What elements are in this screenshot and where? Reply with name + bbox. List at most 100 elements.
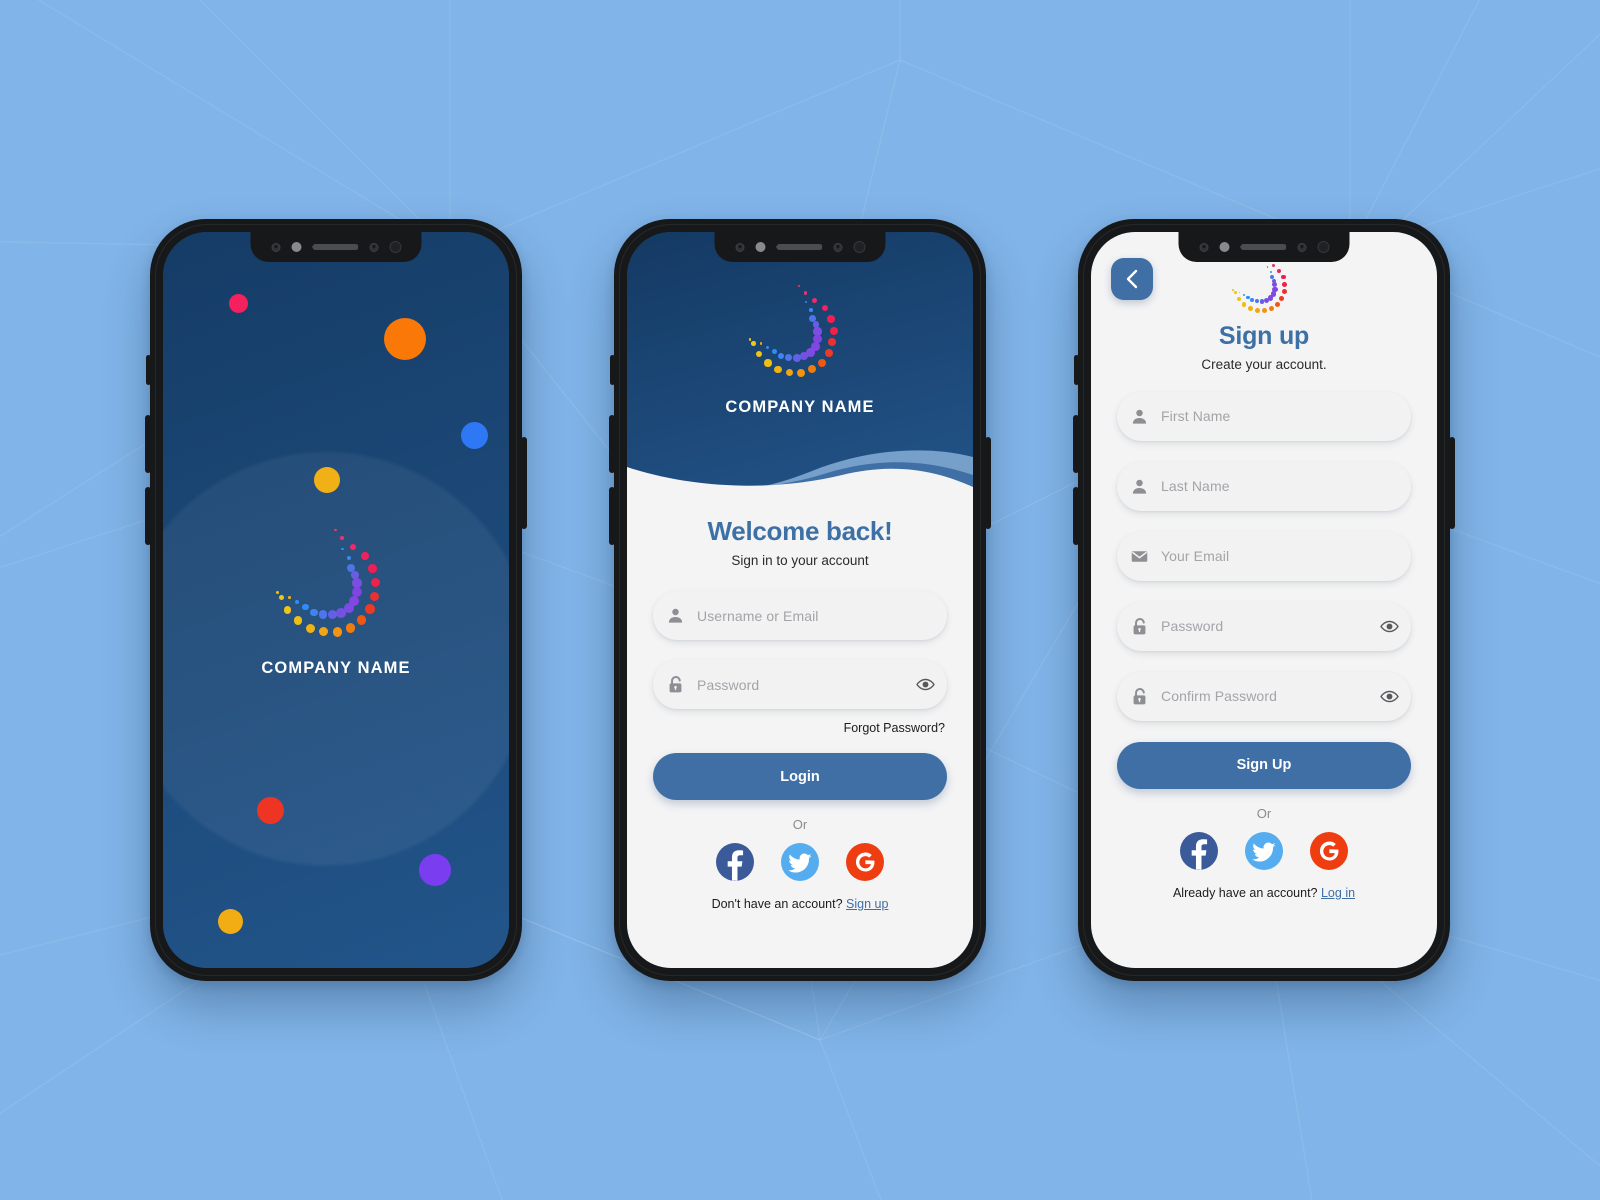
- login-company-name: COMPANY NAME: [725, 398, 875, 416]
- mail-icon: [1117, 547, 1161, 566]
- facebook-signup-button[interactable]: [1180, 831, 1218, 870]
- ambient-sensor-icon: [1297, 242, 1306, 252]
- proximity-sensor-icon: [291, 242, 301, 252]
- lock-icon: [1133, 687, 1145, 704]
- first-name-input-placeholder: First Name: [1161, 408, 1231, 425]
- phone-splash: COMPANY NAME: [145, 219, 527, 981]
- proximity-sensor-icon: [1219, 242, 1229, 252]
- twitter-icon: [1245, 831, 1283, 870]
- last-name-input[interactable]: Last Name: [1117, 461, 1411, 511]
- google-icon: [846, 843, 884, 881]
- phone-notch: [250, 232, 422, 262]
- lock-icon: [1117, 617, 1161, 636]
- person-icon: [668, 608, 682, 623]
- google-signup-button[interactable]: [1310, 831, 1348, 870]
- last-name-input-placeholder: Last Name: [1161, 478, 1230, 495]
- mute-switch[interactable]: [1074, 355, 1079, 385]
- phone-notch: [714, 232, 886, 262]
- username-or-email-input[interactable]: Username or Email: [653, 591, 947, 640]
- login-subtitle: Sign in to your account: [731, 553, 869, 568]
- phone-signup: Sign up Create your account. First Name …: [1073, 219, 1455, 981]
- ir-sensor-icon: [735, 242, 744, 252]
- first-name-input[interactable]: First Name: [1117, 391, 1411, 441]
- mute-switch[interactable]: [146, 355, 151, 385]
- signup-or-label: Or: [1256, 805, 1272, 821]
- google-login-button[interactable]: [846, 843, 884, 881]
- forgot-password-link[interactable]: Forgot Password?: [653, 721, 945, 735]
- lock-icon: [653, 675, 697, 694]
- toggle-password-visibility[interactable]: [903, 675, 947, 694]
- mute-switch[interactable]: [610, 355, 615, 385]
- header-wave-decoration: [627, 431, 973, 501]
- splash-background: COMPANY NAME: [163, 232, 509, 968]
- person-icon: [1132, 409, 1146, 424]
- earpiece-speaker: [776, 244, 822, 250]
- power-button[interactable]: [985, 437, 991, 529]
- lock-icon: [1133, 617, 1145, 634]
- power-button[interactable]: [1449, 437, 1455, 529]
- proximity-sensor-icon: [755, 242, 765, 252]
- login-header-panel: COMPANY NAME: [627, 232, 973, 501]
- back-button[interactable]: [1111, 258, 1153, 300]
- login-link[interactable]: Log in: [1321, 886, 1355, 900]
- signup-footnote-text: Already have an account?: [1172, 885, 1318, 900]
- signup-title: Sign up: [1218, 321, 1310, 350]
- toggle-password-visibility[interactable]: [1367, 617, 1411, 636]
- username-or-email-input-placeholder: Username or Email: [697, 607, 819, 624]
- email-input[interactable]: Your Email: [1117, 531, 1411, 581]
- volume-up-button[interactable]: [145, 415, 151, 473]
- login-fields: Username or Email Password: [627, 591, 973, 709]
- ambient-sensor-icon: [833, 242, 842, 252]
- signup-fields: First Name Last Name Your Email Password…: [1091, 391, 1437, 721]
- chevron-left-icon: [1126, 269, 1138, 289]
- volume-down-button[interactable]: [1073, 487, 1079, 545]
- company-logo: [748, 285, 850, 384]
- password-input-placeholder: Password: [697, 676, 760, 693]
- toggle-password-visibility[interactable]: [1367, 687, 1411, 706]
- ambient-sensor-icon: [369, 242, 378, 252]
- facebook-icon: [1180, 831, 1218, 870]
- phone-login: COMPANY NAME Welcome back! Sign in to yo…: [609, 219, 991, 981]
- login-footnote: Don't have an account? Sign up: [653, 897, 947, 911]
- splash-brand-block: COMPANY NAME: [163, 528, 509, 678]
- login-form-panel: Welcome back! Sign in to your account Us…: [627, 500, 973, 968]
- lock-icon: [669, 675, 681, 693]
- lock-icon: [1117, 687, 1161, 706]
- login-button[interactable]: Login: [653, 753, 947, 800]
- volume-down-button[interactable]: [609, 487, 615, 545]
- facebook-login-button[interactable]: [716, 843, 754, 881]
- password-input[interactable]: Password: [1117, 601, 1411, 651]
- login-title: Welcome back!: [707, 516, 893, 546]
- volume-up-button[interactable]: [609, 415, 615, 473]
- google-icon: [1310, 831, 1348, 870]
- earpiece-speaker: [312, 244, 358, 250]
- person-icon: [1117, 407, 1161, 426]
- splash-company-name: COMPANY NAME: [261, 659, 411, 678]
- volume-up-button[interactable]: [1073, 415, 1079, 473]
- twitter-login-button[interactable]: [781, 843, 819, 881]
- signup-social-buttons: [1117, 831, 1411, 870]
- login-screen: COMPANY NAME Welcome back! Sign in to yo…: [627, 232, 973, 968]
- eye-icon: [1379, 620, 1399, 632]
- company-logo: [1232, 256, 1295, 318]
- splash-screen: COMPANY NAME: [163, 232, 509, 968]
- person-icon: [1117, 477, 1161, 496]
- confirm-password-input[interactable]: Confirm Password: [1117, 671, 1411, 721]
- company-logo: [275, 528, 395, 645]
- phone-notch: [1178, 232, 1350, 262]
- signup-link[interactable]: Sign up: [846, 897, 888, 911]
- signup-button[interactable]: Sign Up: [1117, 741, 1411, 789]
- person-icon: [1132, 479, 1146, 494]
- deco-blue: [461, 422, 488, 449]
- signup-screen: Sign up Create your account. First Name …: [1091, 232, 1437, 968]
- power-button[interactable]: [521, 437, 527, 529]
- earpiece-speaker: [1240, 244, 1286, 250]
- confirm-password-input-placeholder: Confirm Password: [1161, 688, 1277, 705]
- deco-purple: [419, 854, 451, 886]
- deco-red: [257, 797, 284, 824]
- person-icon: [653, 606, 697, 625]
- twitter-signup-button[interactable]: [1245, 831, 1283, 870]
- volume-down-button[interactable]: [145, 487, 151, 545]
- login-footnote-text: Don't have an account?: [711, 897, 843, 911]
- password-input[interactable]: Password: [653, 660, 947, 709]
